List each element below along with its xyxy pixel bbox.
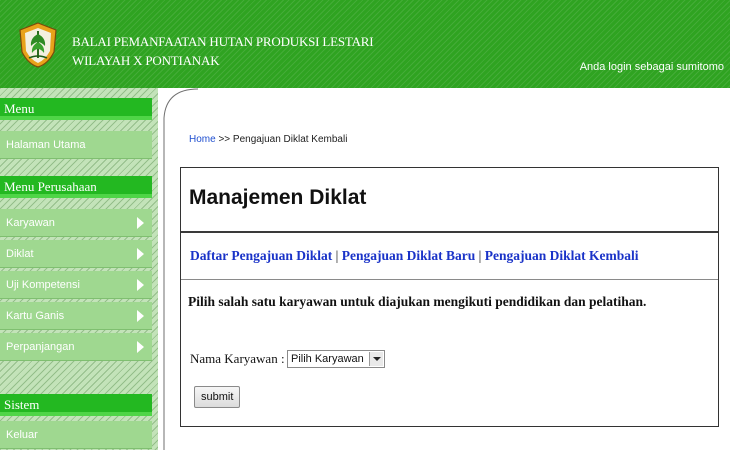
sidebar-item-kartu-ganis[interactable]: Kartu Ganis xyxy=(0,302,152,330)
chevron-right-icon xyxy=(137,310,144,322)
sidebar-item-label: Kartu Ganis xyxy=(6,310,65,322)
nama-karyawan-label: Nama Karyawan : xyxy=(190,351,285,366)
form-instruction: Pilih salah satu karyawan untuk diajukan… xyxy=(188,294,647,309)
breadcrumb-home-link[interactable]: Home xyxy=(189,134,216,145)
org-name-line1: BALAI PEMANFAATAN HUTAN PRODUKSI LESTARI xyxy=(72,34,374,49)
chevron-right-icon xyxy=(137,279,144,291)
logo-emblem-icon xyxy=(19,22,57,68)
org-name-line2: WILAYAH X PONTIANAK xyxy=(72,53,220,68)
content-panel: Manajemen Diklat Daftar Pengajuan Diklat… xyxy=(180,167,719,427)
breadcrumb-current: >> Pengajuan Diklat Kembali xyxy=(218,134,348,145)
diklat-nav-links: Daftar Pengajuan Diklat | Pengajuan Dikl… xyxy=(190,248,638,264)
karyawan-select[interactable]: Pilih Karyawan xyxy=(287,350,385,368)
chevron-right-icon xyxy=(137,248,144,260)
sidebar-item-label: Diklat xyxy=(6,248,34,260)
sidebar-heading-menu-perusahaan: Menu Perusahaan xyxy=(0,176,152,198)
sidebar-item-keluar[interactable]: Keluar xyxy=(0,421,152,449)
link-separator: | xyxy=(478,248,482,263)
link-pengajuan-diklat-baru[interactable]: Pengajuan Diklat Baru xyxy=(342,248,476,263)
karyawan-select-value: Pilih Karyawan xyxy=(291,353,364,365)
title-divider xyxy=(181,231,718,233)
sidebar-item-label: Karyawan xyxy=(6,217,55,229)
link-pengajuan-diklat-kembali[interactable]: Pengajuan Diklat Kembali xyxy=(485,248,639,263)
sidebar-item-label: Uji Kompetensi xyxy=(6,279,80,291)
links-divider xyxy=(181,279,718,280)
link-separator: | xyxy=(335,248,339,263)
sidebar-item-label: Perpanjangan xyxy=(6,341,75,353)
sidebar-item-perpanjangan[interactable]: Perpanjangan xyxy=(0,333,152,361)
sidebar-item-halaman-utama[interactable]: Halaman Utama xyxy=(0,131,152,159)
sidebar-item-uji-kompetensi[interactable]: Uji Kompetensi xyxy=(0,271,152,299)
sidebar-item-karyawan[interactable]: Karyawan xyxy=(0,209,152,237)
page-title: Manajemen Diklat xyxy=(189,186,367,209)
link-daftar-pengajuan-diklat[interactable]: Daftar Pengajuan Diklat xyxy=(190,248,332,263)
chevron-right-icon xyxy=(137,217,144,229)
sidebar-heading-sistem: Sistem xyxy=(0,394,152,416)
submit-button[interactable]: submit xyxy=(194,386,241,408)
chevron-down-icon[interactable] xyxy=(368,352,383,366)
sidebar-item-diklat[interactable]: Diklat xyxy=(0,240,152,268)
login-status: Anda login sebagai sumitomo xyxy=(579,61,724,73)
breadcrumb: Home >> Pengajuan Diklat Kembali xyxy=(189,134,347,145)
sidebar-heading-menu: Menu xyxy=(0,98,152,120)
page-header: BALAI PEMANFAATAN HUTAN PRODUKSI LESTARI… xyxy=(0,0,730,88)
chevron-right-icon xyxy=(137,341,144,353)
